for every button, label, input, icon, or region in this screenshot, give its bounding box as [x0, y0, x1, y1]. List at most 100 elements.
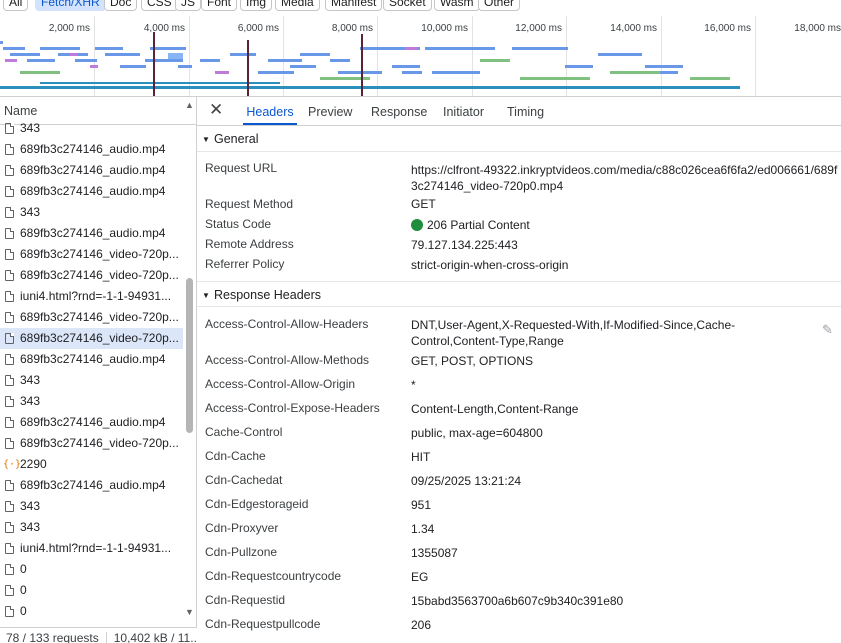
response-header-key: Cdn-Cachedat: [205, 473, 283, 487]
request-row[interactable]: iuni4.html?rnd=-1-1-94931...: [0, 538, 183, 559]
request-rows: 343 689fb3c274146_audio.mp4 689fb3c274146_…: [0, 118, 183, 622]
response-header-value-cont: Control,Content-Type,Range: [411, 334, 564, 348]
section-title: General: [214, 132, 259, 146]
file-icon: [5, 291, 14, 302]
file-icon: [5, 543, 14, 554]
request-row[interactable]: 689fb3c274146_audio.mp4: [0, 160, 183, 181]
close-icon[interactable]: ✕: [209, 100, 223, 120]
request-name: iuni4.html?rnd=-1-1-94931...: [20, 289, 172, 303]
request-row[interactable]: 689fb3c274146_video-720p...: [0, 433, 183, 454]
tick-label: 16,000 ms: [704, 23, 751, 34]
request-name: 2290: [20, 457, 47, 471]
file-icon: [5, 207, 14, 218]
request-row[interactable]: 689fb3c274146_video-720p...: [0, 328, 183, 349]
filter-js[interactable]: JS: [175, 0, 202, 11]
xhr-icon: {·}: [3, 459, 22, 470]
filter-font[interactable]: Font: [201, 0, 238, 11]
tab-response[interactable]: Response: [371, 97, 427, 125]
response-header-key: Cdn-Pullzone: [205, 545, 278, 559]
file-icon: [5, 312, 14, 323]
response-header-value: EG: [411, 570, 429, 584]
request-row[interactable]: 343: [0, 496, 183, 517]
request-method-value: GET: [411, 197, 436, 211]
tick-label: 4,000 ms: [144, 23, 185, 34]
tick-label: 10,000 ms: [421, 23, 468, 34]
request-url-value: https://clfront-49322.inkryptvideos.com/…: [411, 163, 838, 177]
response-header-value: 1.34: [411, 522, 435, 536]
tab-timing[interactable]: Timing: [507, 97, 544, 125]
filter-css[interactable]: CSS: [141, 0, 178, 11]
scroll-thumb[interactable]: [186, 278, 193, 433]
request-row[interactable]: 689fb3c274146_audio.mp4: [0, 181, 183, 202]
file-icon: [5, 606, 14, 617]
response-header-key: Access-Control-Allow-Methods: [205, 353, 370, 367]
response-header-value: 951: [411, 498, 432, 512]
request-name: 689fb3c274146_audio.mp4: [20, 226, 166, 240]
column-name-header[interactable]: Name: [4, 104, 37, 118]
status-code-value: 206 Partial Content: [411, 217, 530, 233]
response-header-key: Access-Control-Allow-Headers: [205, 317, 369, 331]
filter-other[interactable]: Other: [478, 0, 521, 11]
filter-fetch-xhr[interactable]: Fetch/XHR: [35, 0, 106, 11]
filter-all[interactable]: All: [3, 0, 29, 11]
response-header-key: Access-Control-Expose-Headers: [205, 401, 380, 415]
filter-wasm[interactable]: Wasm: [434, 0, 480, 11]
response-header-value: Content-Length,Content-Range: [411, 402, 579, 416]
scroll-down-arrow-icon[interactable]: ▼: [185, 607, 194, 617]
status-bar: 78 / 133 requests 10,402 kB / 11...: [0, 627, 197, 643]
general-section-header[interactable]: ▼ General: [197, 126, 841, 152]
tab-initiator[interactable]: Initiator: [443, 97, 484, 125]
request-name: 689fb3c274146_audio.mp4: [20, 352, 166, 366]
request-row[interactable]: iuni4.html?rnd=-1-1-94931...: [0, 286, 183, 307]
request-name: 0: [20, 604, 27, 618]
filter-media[interactable]: Media: [275, 0, 320, 11]
request-row[interactable]: 0: [0, 601, 183, 622]
list-scrollbar[interactable]: ▲ ▼: [184, 97, 196, 627]
request-name: 343: [20, 394, 41, 408]
request-name: 689fb3c274146_video-720p...: [20, 310, 179, 324]
request-name: 689fb3c274146_video-720p...: [20, 331, 179, 345]
request-name: 343: [20, 373, 41, 387]
file-icon: [5, 585, 14, 596]
edit-pencil-icon[interactable]: ✎: [822, 322, 833, 338]
request-row[interactable]: 689fb3c274146_video-720p...: [0, 265, 183, 286]
request-row[interactable]: 343: [0, 202, 183, 223]
request-count: 78 / 133 requests: [6, 631, 99, 643]
overview-timeline[interactable]: 2,000 ms 4,000 ms 6,000 ms 8,000 ms 10,0…: [0, 16, 841, 97]
request-row[interactable]: 343: [0, 391, 183, 412]
scroll-up-arrow-icon[interactable]: ▲: [185, 100, 194, 110]
collapse-triangle-icon: ▼: [202, 135, 210, 144]
request-name: 343: [20, 499, 41, 513]
response-headers-section-header[interactable]: ▼ Response Headers: [197, 281, 841, 307]
file-icon: [5, 186, 14, 197]
tab-preview[interactable]: Preview: [308, 97, 352, 125]
filter-manifest[interactable]: Manifest: [325, 0, 383, 11]
status-ok-icon: [411, 219, 423, 231]
request-row[interactable]: 689fb3c274146_audio.mp4: [0, 475, 183, 496]
request-row[interactable]: 0: [0, 559, 183, 580]
remote-address-value: 79.127.134.225:443: [411, 238, 518, 252]
request-row[interactable]: 689fb3c274146_audio.mp4: [0, 412, 183, 433]
response-header-value: 15babd3563700a6b607c9b340c391e80: [411, 594, 624, 608]
request-row[interactable]: 689fb3c274146_audio.mp4: [0, 349, 183, 370]
tab-headers[interactable]: Headers: [243, 97, 297, 125]
response-header-key: Cdn-Requestcountrycode: [205, 569, 342, 583]
request-row[interactable]: 343: [0, 517, 183, 538]
response-header-value: *: [411, 378, 416, 392]
request-row[interactable]: 689fb3c274146_video-720p...: [0, 307, 183, 328]
request-row[interactable]: 689fb3c274146_audio.mp4: [0, 223, 183, 244]
file-icon: [5, 165, 14, 176]
filter-doc[interactable]: Doc: [104, 0, 138, 11]
request-detail-panel: ✕ Headers Preview Response Initiator Tim…: [197, 97, 841, 643]
filter-socket[interactable]: Socket: [383, 0, 432, 11]
request-row[interactable]: 343: [0, 370, 183, 391]
response-header-key: Cdn-Requestid: [205, 593, 286, 607]
response-header-key: Cache-Control: [205, 425, 283, 439]
request-row[interactable]: 689fb3c274146_video-720p...: [0, 244, 183, 265]
tick-label: 8,000 ms: [332, 23, 373, 34]
request-row[interactable]: {·} 2290: [0, 454, 183, 475]
request-row[interactable]: 343: [0, 118, 183, 139]
request-row[interactable]: 689fb3c274146_audio.mp4: [0, 139, 183, 160]
filter-img[interactable]: Img: [240, 0, 273, 11]
request-row[interactable]: 0: [0, 580, 183, 601]
